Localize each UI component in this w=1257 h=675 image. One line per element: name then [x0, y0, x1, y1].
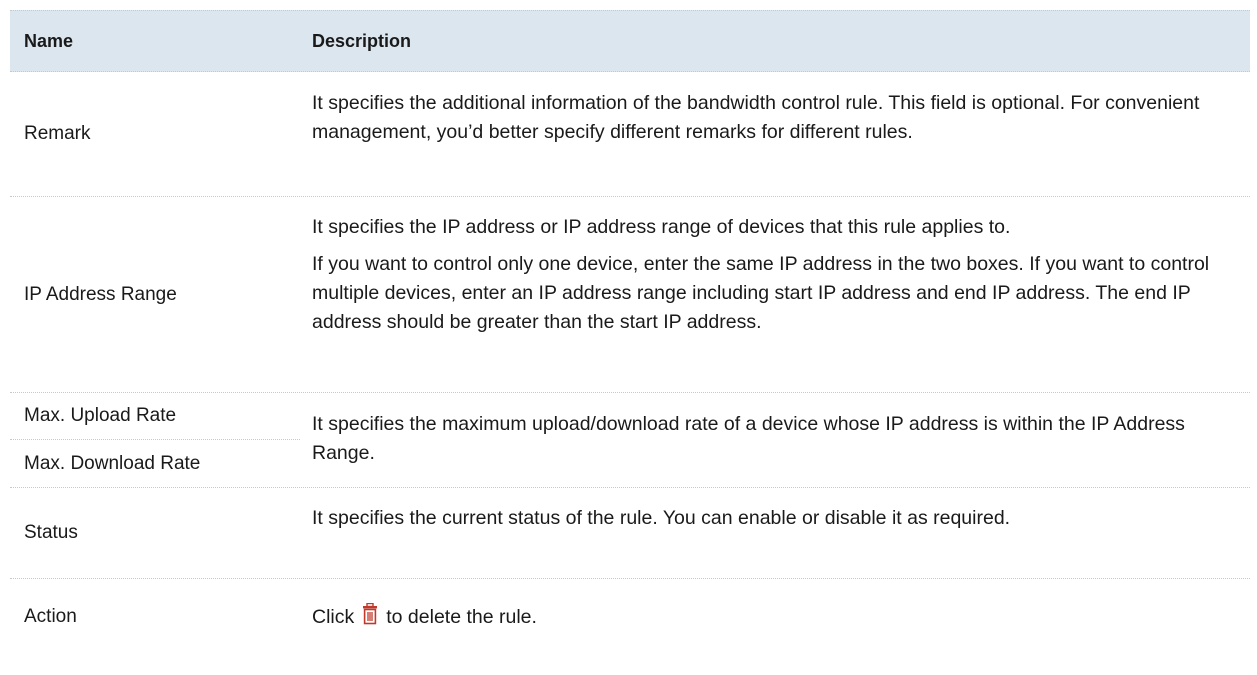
table-row: Status It specifies the current status o…: [10, 488, 1250, 579]
row-description-action: Click to delete the rule.: [312, 602, 1232, 634]
table-row: Remark It specifies the additional infor…: [10, 71, 1250, 197]
row-description-status: It specifies the current status of the r…: [312, 507, 1011, 529]
table-row: IP Address Range It specifies the IP add…: [10, 197, 1250, 393]
table-row: Max. Upload Rate Max. Download Rate It s…: [10, 393, 1250, 488]
row-name-remark: Remark: [24, 122, 91, 144]
trash-icon: [362, 602, 378, 634]
header-name: Name: [24, 30, 74, 51]
row-description-rates: It specifies the maximum upload/download…: [312, 413, 1185, 464]
download-subcell: Max. Download Rate: [10, 440, 300, 487]
action-text-after: to delete the rule.: [386, 606, 537, 628]
header-description: Description: [312, 30, 412, 51]
row-description-ip-range: It specifies the IP address or IP addres…: [312, 213, 1232, 337]
row-name-max-upload: Max. Upload Rate: [24, 405, 177, 426]
row-name-action: Action: [24, 606, 77, 627]
ip-range-paragraph-2: If you want to control only one device, …: [312, 253, 1210, 333]
ip-range-paragraph-1: It specifies the IP address or IP addres…: [312, 216, 1011, 238]
upload-subcell: Max. Upload Rate: [10, 393, 300, 440]
row-name-status: Status: [24, 522, 78, 543]
table-header: Name Description: [10, 10, 1250, 72]
row-name-max-download: Max. Download Rate: [24, 452, 201, 474]
table-row: Action Click to delete the rule.: [10, 579, 1250, 671]
row-description-remark: It specifies the additional information …: [312, 92, 1200, 143]
action-text-before: Click: [312, 606, 355, 628]
row-name-ip-range: IP Address Range: [24, 283, 177, 305]
